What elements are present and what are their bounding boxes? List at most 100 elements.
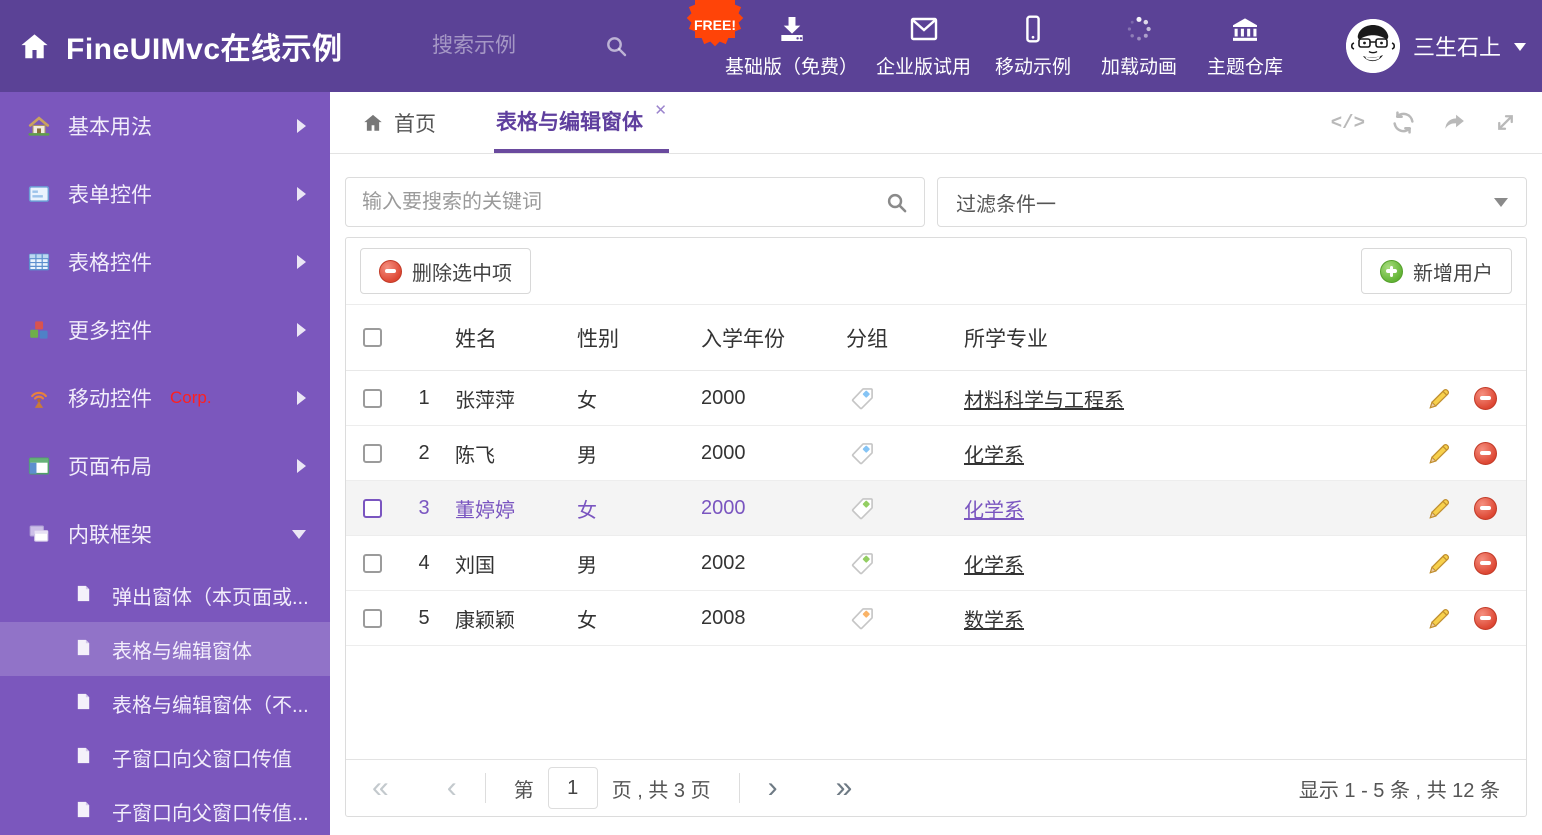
header-search-input[interactable] (432, 34, 582, 58)
edit-icon[interactable] (1427, 606, 1452, 631)
sidebar-subitem[interactable]: 弹出窗体（本页面或... (0, 568, 330, 622)
table-row[interactable]: 4 刘国 男 2002 化学系 (346, 536, 1526, 591)
user-menu[interactable]: 三生石上 (1345, 0, 1526, 92)
major-link[interactable]: 化学系 (964, 555, 1024, 577)
add-user-button[interactable]: 新增用户 (1361, 248, 1512, 294)
col-gender: 性别 (577, 327, 619, 351)
file-icon (74, 692, 96, 714)
cell-gender: 女 (577, 389, 597, 412)
table-row[interactable]: 3 董婷婷 女 2000 化学系 (346, 481, 1526, 536)
avatar (1345, 19, 1400, 73)
tag-icon (842, 496, 956, 521)
main-content: 首页 表格与编辑窗体 ✕ </> 过滤条件一 删除选中项 (330, 92, 1542, 835)
keyword-search-input[interactable] (362, 190, 885, 214)
edit-icon[interactable] (1427, 386, 1452, 411)
header-nav-item[interactable]: 加载动画 (1086, 13, 1192, 79)
tab-active[interactable]: 表格与编辑窗体 ✕ (494, 92, 669, 153)
sidebar-subitem[interactable]: 子窗口向父窗口传值... (0, 784, 330, 835)
close-icon[interactable]: ✕ (654, 101, 667, 119)
cell-gender: 女 (577, 499, 597, 522)
filter-dropdown[interactable]: 过滤条件一 (937, 177, 1527, 227)
prev-page-button[interactable]: ‹ (447, 773, 457, 803)
edit-icon[interactable] (1427, 441, 1452, 466)
page-label-prefix: 第 (513, 779, 534, 802)
edit-icon[interactable] (1427, 496, 1452, 521)
sidebar-subitem-label: 表格与编辑窗体 (112, 640, 252, 663)
sidebar-subitem[interactable]: 表格与编辑窗体 (0, 622, 330, 676)
cell-name: 陈飞 (455, 444, 495, 467)
sidebar-item[interactable]: 页面布局 (0, 432, 330, 500)
share-icon[interactable] (1442, 110, 1467, 135)
row-checkbox[interactable] (362, 388, 382, 408)
home-color-icon (28, 115, 50, 137)
next-page-button[interactable]: › (768, 773, 778, 803)
tab-bar: 首页 表格与编辑窗体 ✕ </> (330, 92, 1542, 154)
last-page-button[interactable]: » (836, 773, 853, 803)
delete-icon[interactable] (1474, 551, 1497, 575)
cell-gender: 男 (577, 444, 597, 467)
free-badge-label: FREE! (694, 16, 736, 33)
major-link[interactable]: 数学系 (964, 610, 1024, 632)
table-row[interactable]: 5 康颖颖 女 2008 数学系 (346, 591, 1526, 646)
chevron-down-icon (1514, 42, 1526, 57)
sidebar-subitem[interactable]: 子窗口向父窗口传值 (0, 730, 330, 784)
delete-icon[interactable] (1474, 441, 1497, 465)
sidebar-subitem[interactable]: 表格与编辑窗体（不... (0, 676, 330, 730)
search-icon[interactable] (604, 34, 628, 58)
page-label-suffix: 页 , 共 3 页 (611, 779, 711, 802)
sidebar-item[interactable]: 基本用法 (0, 92, 330, 160)
app-header: FineUIMvc在线示例 FREE! 基础版（免费） 企业版试用 移动示例 加… (0, 0, 1542, 92)
row-checkbox[interactable] (362, 608, 382, 628)
row-number: 1 (418, 386, 430, 409)
row-checkbox[interactable] (362, 443, 382, 463)
download-icon (776, 13, 808, 45)
delete-icon[interactable] (1474, 386, 1497, 410)
row-number: 2 (418, 441, 430, 464)
tab-home[interactable]: 首页 (362, 92, 436, 153)
delete-icon[interactable] (1474, 496, 1497, 520)
chevron-icon (292, 529, 306, 539)
edit-icon[interactable] (1427, 551, 1452, 576)
sidebar-item[interactable]: 内联框架 (0, 500, 330, 568)
header-nav-item[interactable]: 主题仓库 (1192, 13, 1298, 79)
table-row[interactable]: 2 陈飞 男 2000 化学系 (346, 426, 1526, 481)
sidebar-item-label: 更多控件 (68, 320, 152, 343)
first-page-button[interactable]: « (372, 773, 389, 803)
page-number-input[interactable] (547, 767, 598, 809)
cell-year: 2002 (701, 551, 746, 574)
home-icon (18, 30, 51, 63)
add-user-label: 新增用户 (1413, 262, 1493, 285)
sidebar-item[interactable]: 表格控件 (0, 228, 330, 296)
major-link[interactable]: 化学系 (964, 500, 1024, 522)
row-number: 3 (418, 496, 430, 519)
major-link[interactable]: 材料科学与工程系 (964, 390, 1124, 412)
select-all-checkbox[interactable] (362, 328, 382, 347)
cell-year: 2000 (701, 496, 746, 519)
sidebar-item[interactable]: 移动控件 Corp. (0, 364, 330, 432)
header-nav-label: 加载动画 (1101, 57, 1178, 78)
code-icon[interactable]: </> (1331, 112, 1365, 134)
major-link[interactable]: 化学系 (964, 445, 1024, 467)
mobile-icon (1017, 13, 1049, 45)
brand[interactable]: FineUIMvc在线示例 (18, 0, 343, 92)
minus-circle-icon (379, 259, 402, 283)
search-icon[interactable] (885, 191, 908, 214)
cell-year: 2000 (701, 441, 746, 464)
refresh-icon[interactable] (1391, 110, 1416, 135)
header-nav-item[interactable]: 企业版试用 (867, 13, 980, 79)
header-nav-label: 主题仓库 (1207, 57, 1284, 78)
row-checkbox[interactable] (362, 498, 382, 518)
sidebar-item[interactable]: 更多控件 (0, 296, 330, 364)
keyword-search-box (345, 177, 925, 227)
table-body: 1 张萍萍 女 2000 材料科学与工程系 2 陈飞 男 2000 化学系 3 … (346, 371, 1526, 646)
header-nav-item[interactable]: 移动示例 (980, 13, 1086, 79)
row-checkbox[interactable] (362, 553, 382, 573)
sidebar-item-label: 表单控件 (68, 184, 152, 207)
delete-icon[interactable] (1474, 606, 1497, 630)
table-row[interactable]: 1 张萍萍 女 2000 材料科学与工程系 (346, 371, 1526, 426)
delete-selected-button[interactable]: 删除选中项 (360, 248, 531, 294)
tag-icon (842, 441, 956, 466)
expand-icon[interactable] (1493, 110, 1518, 135)
sidebar-item[interactable]: 表单控件 (0, 160, 330, 228)
frames-color-icon (28, 523, 50, 545)
